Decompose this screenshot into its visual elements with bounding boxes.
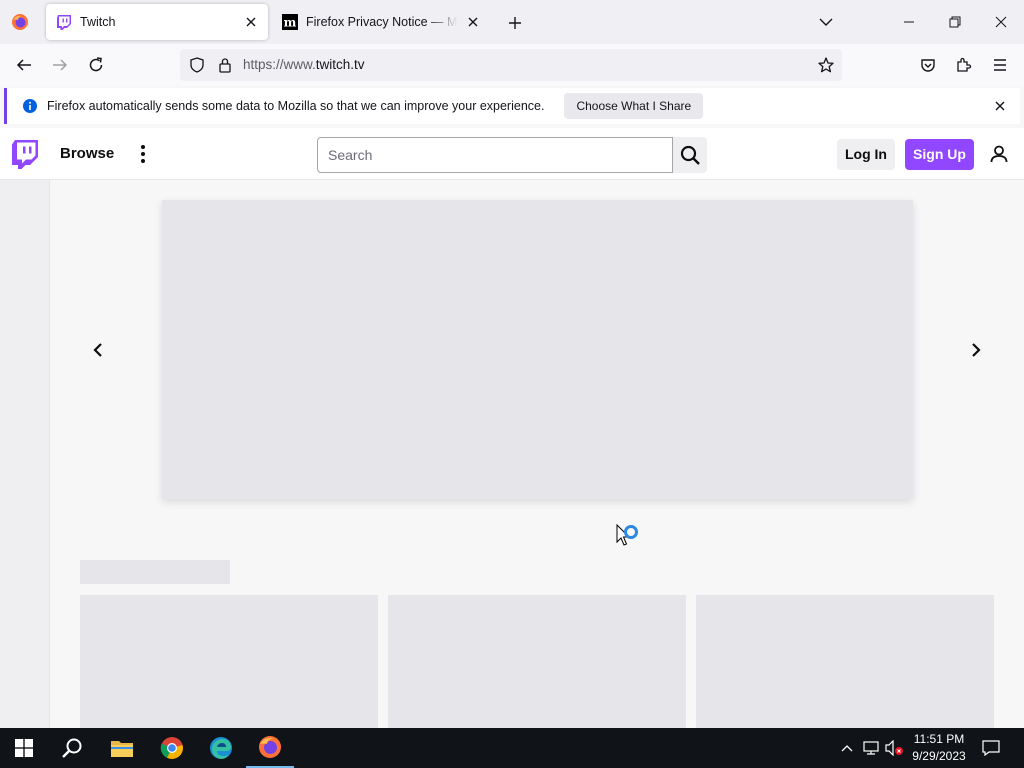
more-options-icon[interactable]	[134, 142, 152, 166]
choose-what-i-share-button[interactable]: Choose What I Share	[564, 93, 704, 119]
action-center-icon[interactable]	[978, 736, 1004, 760]
url-text[interactable]: https://www.twitch.tv	[243, 49, 365, 81]
close-icon[interactable]	[992, 98, 1008, 114]
forward-icon[interactable]	[46, 51, 74, 79]
user-icon[interactable]	[987, 142, 1011, 166]
section-title-placeholder	[80, 560, 230, 584]
clock[interactable]: 11:51 PM 9/29/2023	[905, 731, 973, 765]
edge-icon[interactable]	[197, 728, 245, 768]
bookmark-star-icon[interactable]	[816, 55, 836, 75]
windows-taskbar: 11:51 PM 9/29/2023	[0, 728, 1024, 768]
back-icon[interactable]	[10, 51, 38, 79]
firefox-view-icon[interactable]	[6, 8, 34, 36]
stream-card-placeholder	[388, 595, 686, 728]
volume-muted-icon[interactable]	[885, 738, 905, 758]
chevron-down-icon[interactable]	[814, 10, 838, 34]
file-explorer-icon[interactable]	[98, 728, 146, 768]
extensions-icon[interactable]	[950, 51, 978, 79]
stream-card-placeholder	[696, 595, 994, 728]
twitch-top-nav: Browse Search Log In Sign Up	[0, 128, 1024, 180]
data-collection-notification: Firefox automatically sends some data to…	[4, 88, 1020, 124]
twitch-logo-icon[interactable]	[12, 140, 38, 169]
pocket-icon[interactable]	[914, 51, 942, 79]
new-tab-icon[interactable]	[503, 11, 527, 35]
info-icon	[23, 99, 37, 113]
reload-icon[interactable]	[82, 51, 110, 79]
url-bar[interactable]: https://www.twitch.tv	[180, 49, 842, 81]
network-icon[interactable]	[861, 738, 881, 758]
twitch-icon	[57, 15, 71, 30]
chrome-icon[interactable]	[148, 728, 196, 768]
clock-time: 11:51 PM	[913, 732, 965, 746]
shield-icon[interactable]	[187, 55, 207, 75]
search-icon[interactable]	[48, 728, 96, 768]
tab-strip: Twitch m Firefox Privacy Notice — Mozill…	[0, 0, 1024, 44]
firefox-icon[interactable]	[246, 728, 294, 768]
carousel-next-icon[interactable]	[965, 339, 987, 361]
notification-message: Firefox automatically sends some data to…	[47, 99, 545, 113]
clock-date: 9/29/2023	[912, 749, 966, 763]
mozilla-icon: m	[282, 14, 298, 30]
stream-card-placeholder	[80, 595, 378, 728]
search-button[interactable]	[673, 137, 707, 173]
sign-up-button[interactable]: Sign Up	[905, 139, 974, 170]
chevron-up-icon[interactable]	[837, 738, 857, 758]
tab-close-icon[interactable]	[462, 11, 484, 33]
search-icon	[680, 145, 700, 165]
carousel-prev-icon[interactable]	[87, 339, 109, 361]
navigation-toolbar: https://www.twitch.tv	[0, 44, 1024, 86]
start-icon[interactable]	[0, 728, 48, 768]
minimize-icon[interactable]	[895, 8, 923, 36]
browse-link[interactable]: Browse	[60, 128, 114, 180]
close-window-icon[interactable]	[987, 8, 1015, 36]
menu-icon[interactable]	[986, 51, 1014, 79]
featured-carousel-placeholder	[162, 200, 913, 499]
tab-twitch[interactable]: Twitch	[46, 4, 268, 40]
tab-close-icon[interactable]	[240, 11, 262, 33]
log-in-button[interactable]: Log In	[837, 139, 895, 170]
side-nav-collapsed	[0, 180, 50, 728]
svg-text:m: m	[284, 16, 297, 30]
restore-icon[interactable]	[941, 8, 969, 36]
url-host: twitch.tv	[315, 57, 365, 72]
lock-icon[interactable]	[215, 55, 235, 75]
tab-title: Twitch	[80, 15, 116, 29]
tab-title: Firefox Privacy Notice — Mozilla	[306, 15, 458, 29]
search-input[interactable]: Search	[317, 137, 673, 173]
tab-firefox-privacy[interactable]: m Firefox Privacy Notice — Mozilla	[272, 4, 490, 40]
busy-cursor-icon	[616, 524, 640, 552]
url-prefix: https://www.	[243, 57, 316, 72]
